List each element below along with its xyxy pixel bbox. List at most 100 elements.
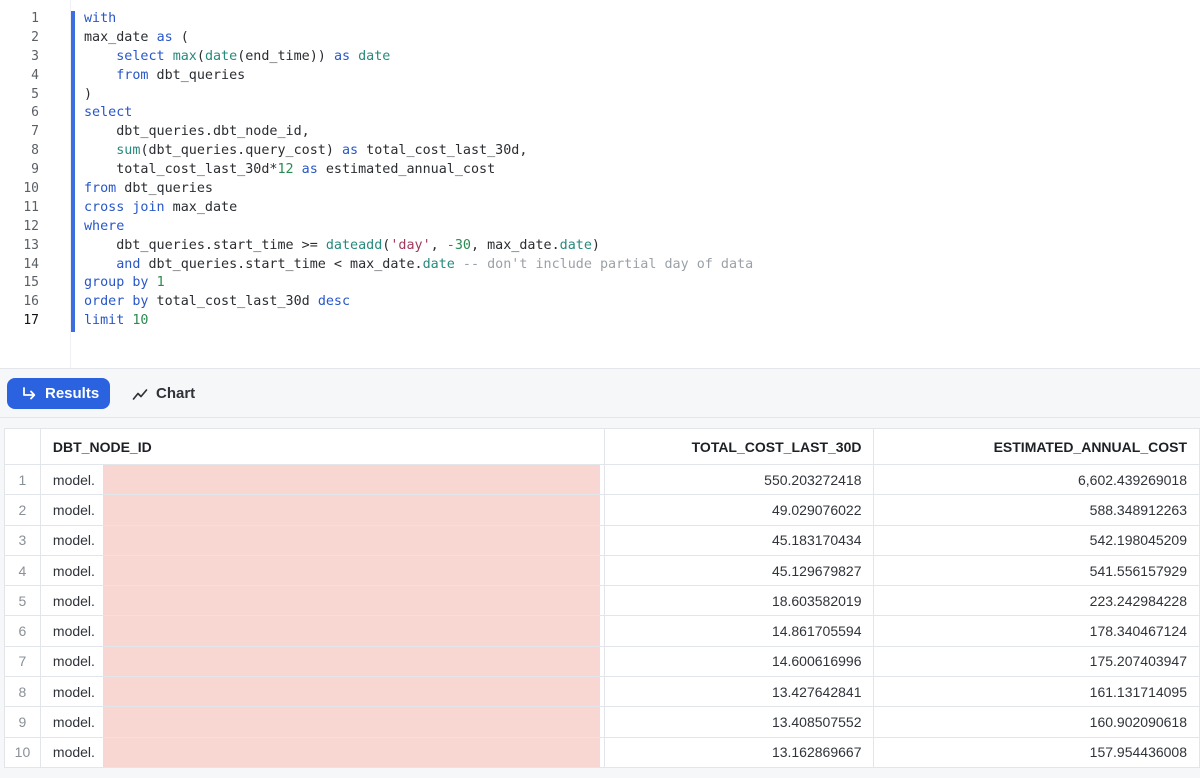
- line-number-gutter: 1 2 3 4 5 6 7 8 9 10 11 12 13 14 15 16 17: [0, 10, 50, 331]
- cell-dbt-node-id[interactable]: model.: [39, 524, 605, 556]
- cell-dbt-node-id[interactable]: model.: [39, 585, 605, 617]
- code-line[interactable]: ): [84, 86, 753, 105]
- node-id-prefix: model.: [52, 623, 95, 640]
- code-line[interactable]: total_cost_last_30d*12 as estimated_annu…: [84, 161, 753, 180]
- node-id-prefix: model.: [52, 471, 95, 488]
- redaction-block: [102, 586, 600, 616]
- cell-estimated-annual-cost[interactable]: 542.198045209: [873, 524, 1200, 556]
- row-number: 8: [4, 676, 41, 708]
- line-number: 10: [23, 181, 39, 197]
- code-token: as: [156, 29, 173, 45]
- table-row[interactable]: 2 model. 49.029076022 588.348912263: [4, 494, 1200, 526]
- row-number: 2: [4, 494, 41, 526]
- code-token: cross join: [84, 199, 165, 215]
- cell-dbt-node-id[interactable]: model.: [39, 463, 605, 496]
- cell-estimated-annual-cost[interactable]: 223.242984228: [873, 585, 1200, 617]
- cell-dbt-node-id[interactable]: model.: [39, 554, 605, 587]
- results-table: DBT_NODE_ID TOTAL_COST_LAST_30D ESTIMATE…: [4, 428, 1200, 768]
- column-header-estimated-annual-cost[interactable]: ESTIMATED_ANNUAL_COST: [873, 428, 1200, 465]
- code-line[interactable]: group by 1: [84, 274, 753, 293]
- cell-total-cost-last-30d[interactable]: 13.408507552: [603, 706, 875, 738]
- cell-estimated-annual-cost[interactable]: 541.556157929: [873, 554, 1200, 587]
- line-number: 4: [31, 67, 39, 83]
- code-line[interactable]: select: [84, 104, 753, 123]
- cell-dbt-node-id[interactable]: model.: [39, 676, 605, 708]
- cell-dbt-node-id[interactable]: model.: [39, 615, 605, 647]
- redaction-block: [102, 707, 600, 737]
- cell-total-cost-last-30d[interactable]: 45.183170434: [603, 524, 875, 556]
- cell-dbt-node-id[interactable]: model.: [39, 736, 605, 768]
- row-number: 10: [4, 736, 41, 768]
- code-line[interactable]: from dbt_queries: [84, 67, 753, 86]
- cell-estimated-annual-cost[interactable]: 6,602.439269018: [873, 463, 1200, 496]
- cell-total-cost-last-30d[interactable]: 18.603582019: [603, 585, 875, 617]
- sql-editor[interactable]: 1 2 3 4 5 6 7 8 9 10 11 12 13 14 15 16 17 with max_date a…: [0, 0, 1200, 368]
- cell-total-cost-last-30d[interactable]: 14.861705594: [603, 615, 875, 647]
- tab-chart[interactable]: Chart: [126, 378, 201, 409]
- line-number: 6: [31, 105, 39, 121]
- line-number: 7: [31, 124, 39, 140]
- code-line[interactable]: with: [84, 10, 753, 29]
- table-row[interactable]: 6 model. 14.861705594 178.340467124: [4, 615, 1200, 647]
- cell-total-cost-last-30d[interactable]: 13.162869667: [603, 736, 875, 768]
- table-row[interactable]: 10 model. 13.162869667 157.954436008: [4, 736, 1200, 768]
- table-row[interactable]: 3 model. 45.183170434 542.198045209: [4, 524, 1200, 556]
- column-header-dbt-node-id[interactable]: DBT_NODE_ID: [39, 428, 605, 465]
- code-line[interactable]: where: [84, 218, 753, 237]
- cell-total-cost-last-30d[interactable]: 49.029076022: [603, 494, 875, 526]
- code-line[interactable]: from dbt_queries: [84, 180, 753, 199]
- column-header-total-cost-last-30d[interactable]: TOTAL_COST_LAST_30D: [603, 428, 875, 465]
- code-token: max_date: [164, 199, 238, 215]
- code-line[interactable]: and dbt_queries.start_time < max_date.da…: [84, 256, 753, 275]
- cell-estimated-annual-cost[interactable]: 175.207403947: [873, 645, 1200, 678]
- tab-results[interactable]: Results: [7, 378, 110, 409]
- code-area[interactable]: with max_date as ( select max(date(end_ti…: [84, 10, 753, 331]
- code-line[interactable]: max_date as (: [84, 29, 753, 48]
- row-number: 4: [4, 554, 41, 587]
- cell-estimated-annual-cost[interactable]: 157.954436008: [873, 736, 1200, 768]
- cell-total-cost-last-30d[interactable]: 13.427642841: [603, 676, 875, 708]
- code-token: dbt_queries: [116, 181, 213, 197]
- cell-dbt-node-id[interactable]: model.: [39, 645, 605, 678]
- results-panel: DBT_NODE_ID TOTAL_COST_LAST_30D ESTIMATE…: [0, 418, 1200, 778]
- code-token: dateadd: [325, 237, 383, 253]
- cell-estimated-annual-cost[interactable]: 178.340467124: [873, 615, 1200, 647]
- cell-estimated-annual-cost[interactable]: 588.348912263: [873, 494, 1200, 526]
- code-token: (: [172, 29, 189, 45]
- code-token: from: [84, 181, 117, 197]
- cell-total-cost-last-30d[interactable]: 45.129679827: [603, 554, 875, 587]
- node-id-prefix: model.: [52, 683, 95, 700]
- code-token: date: [204, 48, 238, 64]
- table-row[interactable]: 5 model. 18.603582019 223.242984228: [4, 585, 1200, 617]
- table-row[interactable]: 8 model. 13.427642841 161.131714095: [4, 676, 1200, 708]
- code-token: select: [84, 105, 133, 121]
- cell-total-cost-last-30d[interactable]: 550.203272418: [603, 463, 875, 496]
- cell-estimated-annual-cost[interactable]: 161.131714095: [873, 676, 1200, 708]
- cell-dbt-node-id[interactable]: model.: [39, 706, 605, 738]
- code-line[interactable]: dbt_queries.dbt_node_id,: [84, 123, 753, 142]
- code-token: and: [116, 256, 141, 272]
- redaction-block: [102, 677, 600, 707]
- code-line[interactable]: sum(dbt_queries.query_cost) as total_cos…: [84, 142, 753, 161]
- code-token: ,: [430, 237, 447, 253]
- cell-total-cost-last-30d[interactable]: 14.600616996: [603, 645, 875, 678]
- line-chart-icon: [132, 386, 148, 402]
- redaction-block: [102, 616, 600, 646]
- table-row[interactable]: 1 model. 550.203272418 6,602.439269018: [4, 463, 1200, 496]
- code-line[interactable]: order by total_cost_last_30d desc: [84, 293, 753, 312]
- code-line[interactable]: dbt_queries.start_time >= dateadd('day',…: [84, 237, 753, 256]
- cell-estimated-annual-cost[interactable]: 160.902090618: [873, 706, 1200, 738]
- code-line[interactable]: cross join max_date: [84, 199, 753, 218]
- cell-dbt-node-id[interactable]: model.: [39, 494, 605, 526]
- line-number: 1: [31, 11, 39, 26]
- code-line[interactable]: select max(date(end_time)) as date: [84, 48, 753, 67]
- table-row[interactable]: 7 model. 14.600616996 175.207403947: [4, 645, 1200, 678]
- code-line[interactable]: limit 10: [84, 312, 753, 331]
- table-row[interactable]: 9 model. 13.408507552 160.902090618: [4, 706, 1200, 738]
- statement-selection-bar: [71, 11, 75, 332]
- table-row[interactable]: 4 model. 45.129679827 541.556157929: [4, 554, 1200, 587]
